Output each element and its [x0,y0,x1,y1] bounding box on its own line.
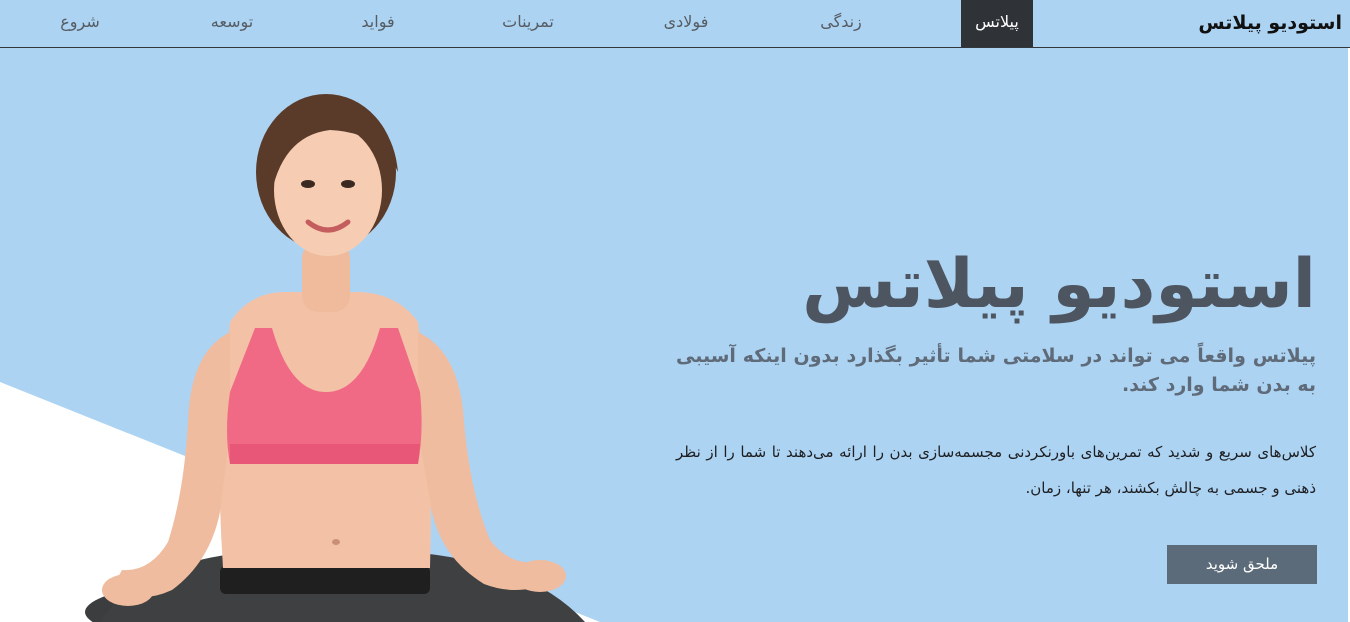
hero-section: استودیو پیلاتس پیلاتس واقعاً می تواند در… [0,48,1350,622]
nav-item-exercises[interactable]: تمرینات [487,0,569,47]
hero-description: کلاس‌های سریع و شدید که تمرین‌های باورنک… [676,443,1316,497]
nav-item-steel[interactable]: فولادی [645,0,727,47]
nav-item-life[interactable]: زندگی [800,0,882,47]
join-button[interactable]: ملحق شوید [1167,545,1317,584]
nav-item-start[interactable]: شروع [42,0,118,47]
nav-item-development[interactable]: توسعه [192,0,272,47]
hero-title: استودیو پیلاتس [802,245,1316,324]
nav-item-benefits[interactable]: فواید [340,0,416,47]
brand-logo[interactable]: استودیو پیلاتس [1198,0,1342,47]
top-navbar: استودیو پیلاتس پیلاتس زندگی فولادی تمرین… [0,0,1350,48]
nav-item-pilates[interactable]: پیلاتس [961,0,1033,47]
hero-subtitle: پیلاتس واقعاً می تواند در سلامتی شما تأث… [676,345,1316,396]
woman-meditating-image [85,94,585,622]
